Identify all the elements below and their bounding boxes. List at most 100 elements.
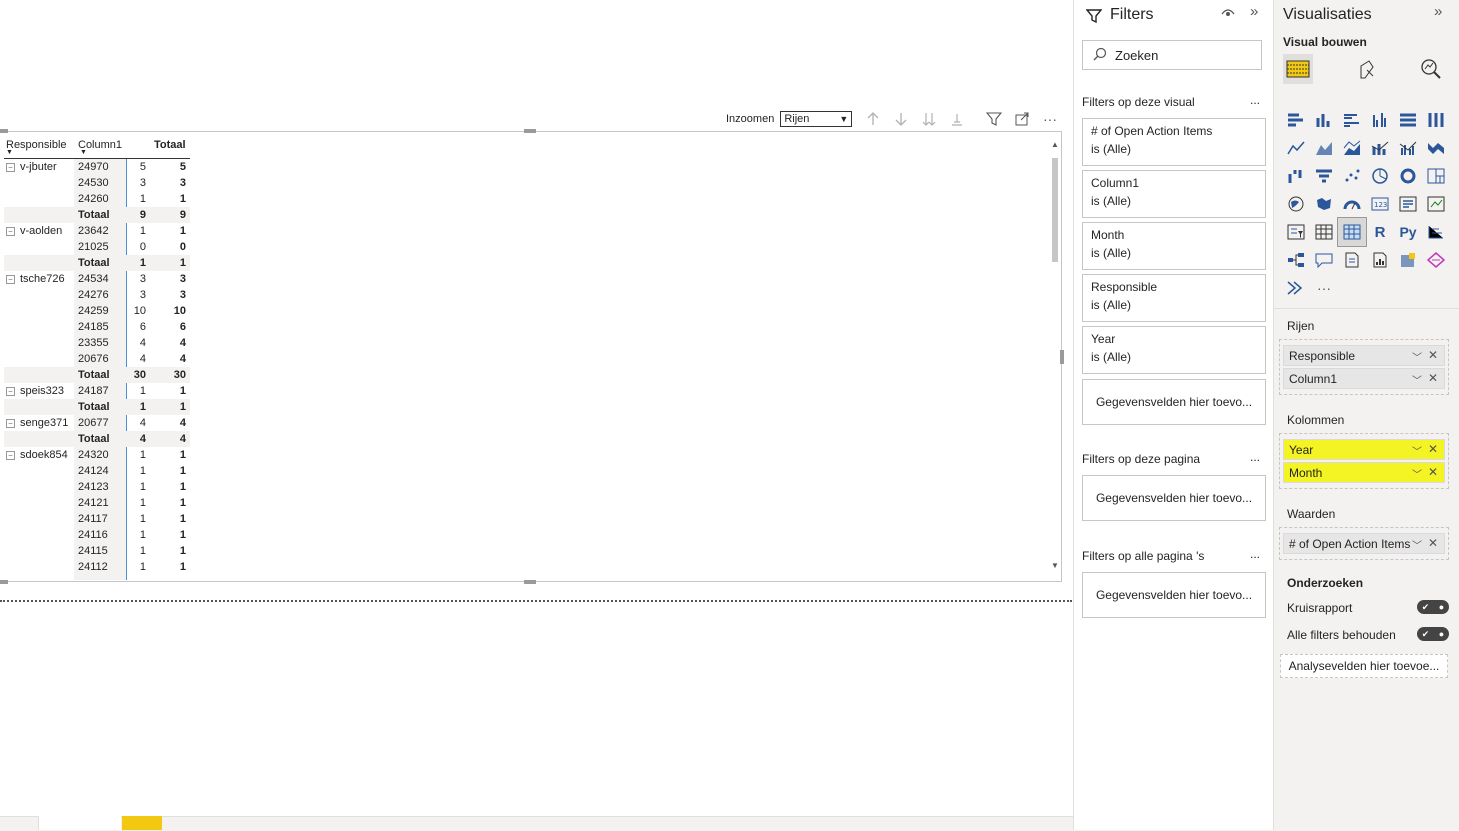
power-automate-flow-icon[interactable] [1282,274,1310,302]
collapse-pane-icon[interactable]: » [1250,3,1258,20]
table-row[interactable]: 20676 4 4 [4,351,190,367]
stacked-column-chart-icon[interactable] [1310,106,1338,134]
python-visual-icon[interactable]: Py [1394,218,1422,246]
filter-card[interactable]: Responsible is (Alle) [1082,274,1266,322]
filled-map-icon[interactable] [1310,190,1338,218]
table-icon[interactable] [1310,218,1338,246]
more-options-icon[interactable]: ... [1250,450,1260,464]
multi-row-card-icon[interactable] [1394,190,1422,218]
subtotal-row[interactable]: Totaal 4 4 [4,431,190,447]
more-options-icon[interactable]: ... [1250,547,1260,561]
subtotal-row[interactable]: Totaal 1 1 [4,255,190,271]
line-and-stacked-column-chart-icon[interactable] [1366,134,1394,162]
clustered-bar-chart-icon[interactable] [1338,106,1366,134]
stacked-bar-chart-icon[interactable] [1282,106,1310,134]
columns-field-chip[interactable]: Month ﹀ ✕ [1283,462,1445,483]
columns-well[interactable]: Year ﹀ ✕ Month ﹀ ✕ [1279,433,1449,489]
chevron-down-icon[interactable]: ﹀ [1412,466,1422,481]
drill-level-select[interactable]: Rijen ▼ [780,111,853,127]
table-row[interactable]: − v-jbuter 24970 5 5 [4,159,190,175]
table-row[interactable]: 23355 4 4 [4,335,190,351]
donut-chart-icon[interactable] [1394,162,1422,190]
smart-narrative-icon[interactable] [1338,246,1366,274]
add-page-filter-field[interactable]: Gegevensvelden hier toevo... [1082,475,1266,521]
values-well[interactable]: # of Open Action Items ﹀ ✕ [1279,527,1449,560]
close-icon[interactable]: ✕ [1428,348,1438,362]
kpi-icon[interactable] [1422,190,1450,218]
collapse-icon[interactable]: − [6,275,15,284]
columns-field-chip[interactable]: Year ﹀ ✕ [1283,439,1445,460]
collapse-icon[interactable]: − [6,387,15,396]
filter-icon[interactable] [985,110,1003,128]
scatter-chart-icon[interactable] [1338,162,1366,190]
decomposition-tree-icon[interactable] [1282,246,1310,274]
header-total[interactable]: Totaal [154,139,186,151]
power-apps-icon[interactable] [1394,246,1422,274]
add-all-pages-filter-field[interactable]: Gegevensvelden hier toevo... [1082,572,1266,618]
r-script-visual-icon[interactable]: R [1366,218,1394,246]
keep-all-filters-toggle[interactable]: ✔ ● [1417,627,1449,641]
collapse-icon[interactable]: − [6,163,15,172]
table-row[interactable]: − speis323 24187 1 1 [4,383,190,399]
table-row[interactable]: 24123 1 1 [4,479,190,495]
table-row[interactable]: − tsche726 24534 3 3 [4,271,190,287]
table-row[interactable]: 24124 1 1 [4,463,190,479]
100-stacked-bar-chart-icon[interactable] [1394,106,1422,134]
resize-handle-top-left[interactable] [0,129,8,133]
table-row[interactable]: 24112 1 1 [4,559,190,575]
collapse-icon[interactable]: − [6,419,15,428]
table-row[interactable]: 21025 0 0 [4,239,190,255]
rows-field-chip[interactable]: Responsible ﹀ ✕ [1283,345,1445,366]
matrix-icon[interactable] [1337,217,1367,247]
filter-card[interactable]: Year is (Alle) [1082,326,1266,374]
close-icon[interactable]: ✕ [1428,465,1438,479]
scrollbar-thumb[interactable] [1052,158,1058,262]
more-options-icon[interactable]: ··· [1041,110,1059,128]
filter-card[interactable]: # of Open Action Items is (Alle) [1082,118,1266,166]
table-row[interactable]: 24116 1 1 [4,527,190,543]
filters-search-input[interactable]: Zoeken [1082,40,1262,70]
format-visual-icon[interactable] [1351,54,1381,84]
values-field-chip[interactable]: # of Open Action Items ﹀ ✕ [1283,533,1445,554]
drill-down-icon[interactable] [892,110,910,128]
chevron-down-icon[interactable]: ﹀ [1412,537,1422,552]
more-options-icon[interactable]: ... [1250,93,1260,107]
chevron-down-icon[interactable]: ﹀ [1412,372,1422,387]
resize-handle-top[interactable] [524,129,536,133]
table-row[interactable]: 24185 6 6 [4,319,190,335]
chevron-down-icon[interactable]: ﹀ [1412,443,1422,458]
table-row[interactable]: 24530 3 3 [4,175,190,191]
waterfall-chart-icon[interactable] [1282,162,1310,190]
100-stacked-column-chart-icon[interactable] [1422,106,1450,134]
area-chart-icon[interactable] [1310,134,1338,162]
expand-all-icon[interactable] [948,110,966,128]
filter-card[interactable]: Month is (Alle) [1082,222,1266,270]
close-icon[interactable]: ✕ [1428,371,1438,385]
table-row[interactable]: − senge371 20677 4 4 [4,415,190,431]
line-chart-icon[interactable] [1282,134,1310,162]
subtotal-row[interactable]: Totaal 30 30 [4,367,190,383]
header-responsible[interactable]: Responsible [6,139,67,151]
close-icon[interactable]: ✕ [1428,442,1438,456]
resize-handle-bottom-left[interactable] [0,580,8,584]
card-icon[interactable]: 123 [1366,190,1394,218]
ribbon-chart-icon[interactable] [1422,134,1450,162]
focus-mode-icon[interactable] [1013,110,1031,128]
table-row[interactable]: − sdoek854 24320 1 1 [4,447,190,463]
slicer-icon[interactable] [1282,218,1310,246]
chevron-down-icon[interactable]: ﹀ [1412,349,1422,364]
eye-icon[interactable] [1221,6,1235,24]
stacked-area-chart-icon[interactable] [1338,134,1366,162]
key-influencers-icon[interactable] [1422,218,1450,246]
expand-next-level-icon[interactable] [920,110,938,128]
add-analysis-fields[interactable]: Analysevelden hier toevoe... [1280,654,1448,678]
rows-well[interactable]: Responsible ﹀ ✕ Column1 ﹀ ✕ [1279,339,1449,395]
close-icon[interactable]: ✕ [1428,536,1438,550]
collapse-icon[interactable]: − [6,451,15,460]
funnel-chart-icon[interactable] [1310,162,1338,190]
table-row[interactable]: − v-aolden 23642 1 1 [4,223,190,239]
collapse-pane-icon[interactable]: » [1434,3,1442,20]
get-more-visuals-icon[interactable]: ··· [1310,274,1338,302]
table-row[interactable]: 24260 1 1 [4,191,190,207]
qa-visual-icon[interactable] [1310,246,1338,274]
